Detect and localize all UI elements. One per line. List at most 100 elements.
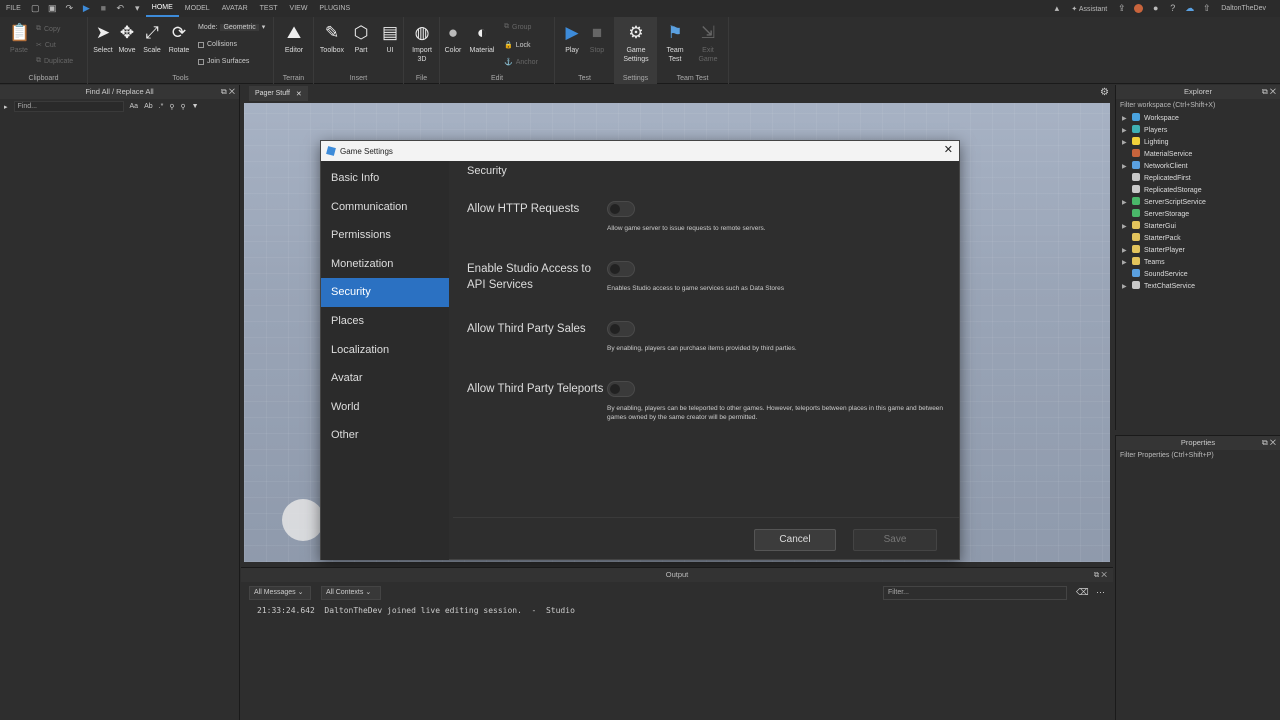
share-icon[interactable]: ⇪ [1117, 4, 1126, 13]
close-icon[interactable]: ✕ [296, 90, 302, 98]
scale-button[interactable]: ⤢ Scale [137, 23, 167, 55]
tree-item[interactable]: ▶ Teams [1116, 257, 1280, 269]
character-model[interactable] [282, 499, 324, 541]
tab-pager-stuff[interactable]: Pager Stuff ✕ [249, 86, 308, 101]
nav-world[interactable]: World [321, 393, 449, 422]
publish-icon[interactable]: ⇧ [1202, 4, 1211, 13]
tree-item[interactable]: StarterPack [1116, 233, 1280, 245]
nav-avatar[interactable]: Avatar [321, 364, 449, 393]
join-surfaces-toggle[interactable]: Join Surfaces [198, 58, 249, 65]
collapse-icon[interactable]: ▸ [4, 103, 8, 111]
nav-places[interactable]: Places [321, 307, 449, 336]
expand-arrow-icon[interactable]: ▶ [1122, 125, 1132, 137]
tree-item[interactable]: SoundService [1116, 269, 1280, 281]
file-menu[interactable]: FILE [0, 5, 27, 12]
tree-item[interactable]: ▶ NetworkClient [1116, 161, 1280, 173]
save-icon[interactable]: ▣ [48, 4, 57, 13]
group-button[interactable]: ⧉ Group [504, 23, 531, 31]
toolbox-button[interactable]: ✎ Toolbox [317, 23, 347, 55]
cancel-button[interactable]: Cancel [754, 529, 836, 551]
filter-icon[interactable]: ▼ [192, 103, 199, 110]
search-icon[interactable]: ⚲ [169, 103, 174, 111]
avatar[interactable] [1134, 4, 1144, 13]
tree-item[interactable]: ServerStorage [1116, 209, 1280, 221]
stop-button[interactable]: ■ Stop [582, 23, 612, 55]
tab-avatar[interactable]: AVATAR [216, 5, 254, 12]
tree-item[interactable]: ▶ Lighting [1116, 137, 1280, 149]
output-filter-input[interactable]: Filter... [883, 586, 1067, 600]
expand-arrow-icon[interactable]: ▶ [1122, 281, 1132, 293]
expand-arrow-icon[interactable]: ▶ [1122, 113, 1132, 125]
help-icon[interactable]: ? [1168, 4, 1177, 13]
collisions-toggle[interactable]: Collisions [198, 41, 237, 48]
nav-communication[interactable]: Communication [321, 193, 449, 222]
tree-item[interactable]: ▶ ServerScriptService [1116, 197, 1280, 209]
paste-button[interactable]: 📋 Paste [4, 23, 34, 55]
duplicate-button[interactable]: ⧉ Duplicate [36, 57, 73, 65]
studio-api-access-toggle[interactable] [607, 261, 635, 277]
nav-permissions[interactable]: Permissions [321, 221, 449, 250]
expand-arrow-icon[interactable]: ▶ [1122, 221, 1132, 233]
more-options-icon[interactable]: ⋯ [1096, 587, 1105, 598]
notifications-icon[interactable]: ● [1151, 4, 1160, 13]
expand-arrow-icon[interactable]: ▶ [1122, 161, 1132, 173]
ui-button[interactable]: ▤ UI [375, 23, 405, 55]
tree-item[interactable]: ▶ Players [1116, 125, 1280, 137]
tab-view[interactable]: VIEW [284, 5, 314, 12]
collapse-ribbon-icon[interactable]: ▴ [1052, 4, 1061, 13]
tab-model[interactable]: MODEL [179, 5, 216, 12]
redo-icon[interactable]: ↷ [65, 4, 74, 13]
team-test-button[interactable]: ⚑ Team Test [660, 23, 690, 64]
tree-item[interactable]: ▶ StarterPlayer [1116, 245, 1280, 257]
tree-item[interactable]: ReplicatedFirst [1116, 173, 1280, 185]
cloud-icon[interactable]: ☁ [1185, 4, 1194, 13]
lock-button[interactable]: 🔒 Lock [504, 41, 531, 50]
close-icon[interactable]: ⧉ ✕ [1094, 568, 1107, 582]
tab-plugins[interactable]: PLUGINS [313, 5, 356, 12]
material-button[interactable]: ◐ Material [467, 23, 497, 55]
anchor-button[interactable]: ⚓ Anchor [504, 58, 538, 67]
context-filter-dropdown[interactable]: All Contexts ⌄ [321, 586, 381, 600]
username[interactable]: DaltonTheDev [1215, 5, 1280, 12]
color-button[interactable]: ● Color [438, 23, 468, 55]
nav-monetization[interactable]: Monetization [321, 250, 449, 279]
undo-icon[interactable]: ↶ [116, 4, 125, 13]
dropdown-icon[interactable]: ▾ [133, 4, 142, 13]
regex-icon[interactable]: .* [159, 103, 164, 110]
third-party-sales-toggle[interactable] [607, 321, 635, 337]
find-input[interactable]: Find... [13, 101, 124, 112]
http-requests-toggle[interactable] [607, 201, 635, 217]
tree-item[interactable]: ▶ TextChatService [1116, 281, 1280, 293]
gear-icon[interactable]: ⚙ [1100, 87, 1109, 98]
save-button[interactable]: Save [853, 529, 937, 551]
replace-icon[interactable]: ⚲ [180, 103, 185, 111]
nav-basic-info[interactable]: Basic Info [321, 164, 449, 193]
expand-arrow-icon[interactable]: ▶ [1122, 257, 1132, 269]
close-icon[interactable]: ✕ [944, 144, 953, 157]
message-filter-dropdown[interactable]: All Messages ⌄ [249, 586, 311, 600]
part-button[interactable]: ⬡ Part [346, 23, 376, 55]
third-party-teleports-toggle[interactable] [607, 381, 635, 397]
clear-output-icon[interactable]: ⌫ [1076, 587, 1089, 598]
import-3d-button[interactable]: ◍ Import 3D [407, 23, 437, 64]
terrain-editor-button[interactable]: ⛰ Editor [279, 23, 309, 55]
nav-security[interactable]: Security [321, 278, 449, 307]
whole-word-icon[interactable]: Ab [144, 103, 153, 110]
expand-arrow-icon[interactable]: ▶ [1122, 137, 1132, 149]
game-settings-button[interactable]: ⚙ Game Settings [621, 23, 651, 64]
new-file-icon[interactable]: ▢ [31, 4, 40, 13]
play-small-icon[interactable]: ▶ [82, 4, 91, 13]
explorer-filter-input[interactable]: Filter workspace (Ctrl+Shift+X) [1116, 99, 1280, 113]
tree-item[interactable]: MaterialService [1116, 149, 1280, 161]
stop-small-icon[interactable]: ■ [99, 4, 108, 13]
close-icon[interactable]: ⧉ ✕ [1262, 85, 1276, 99]
cut-button[interactable]: ✂ Cut [36, 41, 56, 50]
copy-button[interactable]: ⧉ Copy [36, 25, 60, 33]
tab-test[interactable]: TEST [254, 5, 284, 12]
close-icon[interactable]: ⧉ ✕ [221, 85, 235, 99]
tree-item[interactable]: ReplicatedStorage [1116, 185, 1280, 197]
match-case-icon[interactable]: Aa [130, 103, 139, 110]
rotate-button[interactable]: ⟳ Rotate [164, 23, 194, 55]
exit-game-button[interactable]: ⇲ Exit Game [693, 23, 723, 64]
nav-localization[interactable]: Localization [321, 336, 449, 365]
